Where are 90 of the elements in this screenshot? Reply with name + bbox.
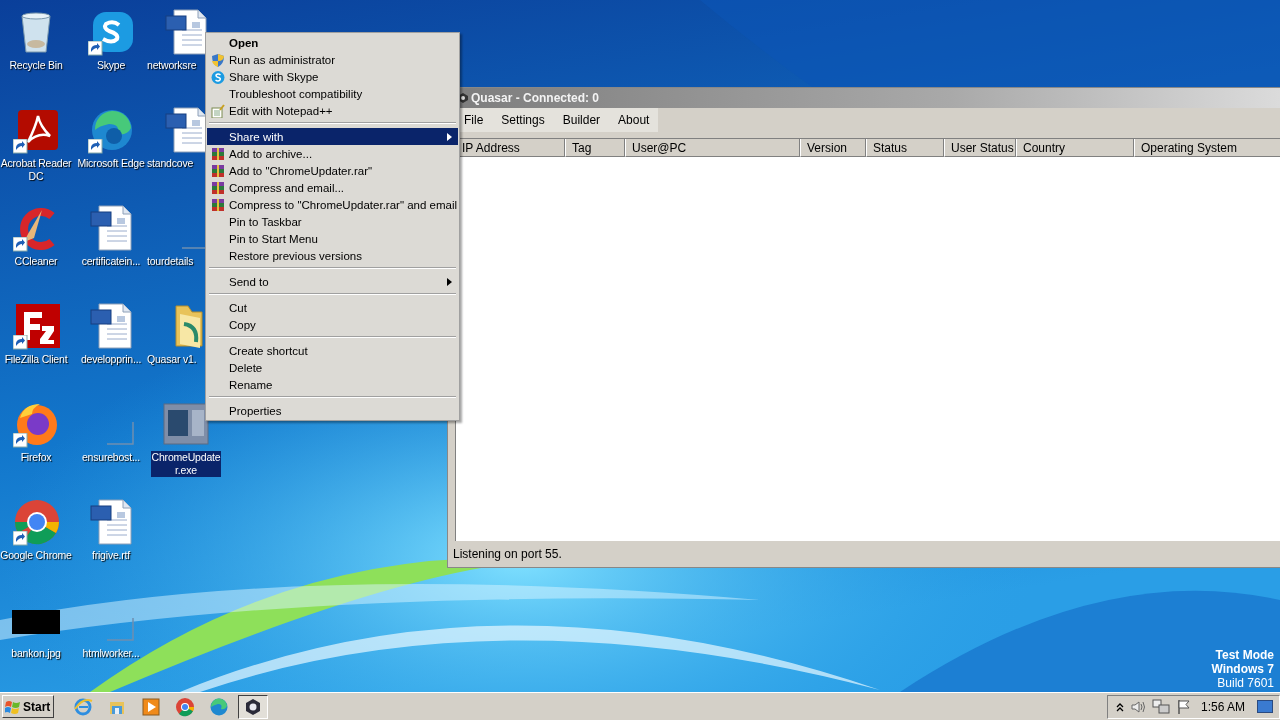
- menu-item[interactable]: Open: [207, 34, 458, 51]
- icon-label: Acrobat Reader DC: [0, 157, 72, 183]
- icon-label: CCleaner: [13, 255, 59, 268]
- shortcut-arrow-icon: [13, 531, 28, 546]
- column-header[interactable]: Operating System: [1134, 139, 1280, 157]
- browser-icon: [73, 696, 93, 717]
- flag-logo-icon: [5, 698, 21, 715]
- menu-item[interactable]: Share with Skype: [207, 68, 458, 85]
- chevron-up-icon[interactable]: [1116, 701, 1124, 712]
- icon-label: tourdetails: [147, 255, 194, 268]
- icon-label: certificatein...: [80, 255, 142, 268]
- icon-label: Recycle Bin: [8, 59, 64, 72]
- menu-item[interactable]: Rename: [207, 376, 458, 393]
- os-info-text: Test Mode: [1215, 648, 1274, 662]
- status-text: Listening on port 55.: [453, 547, 562, 561]
- archive-icon: [211, 180, 225, 195]
- notepad-icon: [211, 103, 225, 118]
- menu-item[interactable]: Compress to "ChromeUpdater.rar" and email: [207, 196, 458, 213]
- taskbar-button[interactable]: [238, 694, 268, 719]
- icon-label: ensurebost...: [80, 451, 142, 464]
- menu-item[interactable]: Pin to Start Menu: [207, 230, 458, 247]
- shield-icon: [211, 52, 225, 67]
- icon-label: FileZilla Client: [3, 353, 69, 366]
- chat-app-icon: [211, 69, 225, 84]
- menu-item[interactable]: Restore previous versions: [207, 247, 458, 264]
- icon-label: frigive.rtf: [90, 549, 132, 562]
- icon-label: htmlworker...: [81, 647, 141, 660]
- shortcut-arrow-icon: [13, 433, 28, 448]
- menu-item[interactable]: Create shortcut: [207, 342, 458, 359]
- menu-item[interactable]: Pin to Taskbar: [207, 213, 458, 230]
- icon-label: developprin...: [79, 353, 143, 366]
- icon-label: Google Chrome: [0, 549, 72, 562]
- icon-label: Quasar v1.: [147, 353, 197, 366]
- menu-item[interactable]: Send to: [207, 273, 458, 290]
- document-icon[interactable]: [87, 498, 135, 546]
- start-button[interactable]: Start: [2, 695, 54, 718]
- archive-icon: [211, 197, 225, 212]
- menu-item[interactable]: Delete: [207, 359, 458, 376]
- column-header[interactable]: User@PC: [625, 139, 800, 157]
- clock[interactable]: 1:56 AM: [1200, 699, 1245, 714]
- column-header[interactable]: Tag: [565, 139, 625, 157]
- document-icon[interactable]: [162, 8, 210, 56]
- shortcut-arrow-icon: [13, 139, 28, 154]
- menu-item[interactable]: Edit with Notepad++: [207, 102, 458, 119]
- flag-icon[interactable]: [1176, 698, 1192, 715]
- media-player-icon: [141, 696, 161, 717]
- column-header[interactable]: User Status: [944, 139, 1016, 157]
- menu-bar-item[interactable]: About: [609, 113, 659, 127]
- submenu-arrow-icon: [447, 132, 452, 141]
- speaker-icon[interactable]: [1130, 698, 1146, 715]
- os-info-text: Windows 7: [1211, 662, 1274, 676]
- menu-bar-item[interactable]: Settings: [492, 113, 554, 127]
- column-header[interactable]: Status: [866, 139, 944, 157]
- browser-icon: [175, 696, 195, 717]
- menu-bar-item[interactable]: Builder: [553, 113, 610, 127]
- icon-label: networksre: [147, 59, 197, 72]
- show-desktop-icon[interactable]: [1257, 699, 1273, 714]
- menu-item[interactable]: Add to archive...: [207, 145, 458, 162]
- menu-item[interactable]: Run as administrator: [207, 51, 458, 68]
- shortcut-arrow-icon: [13, 335, 28, 350]
- hexagon-icon: [243, 696, 263, 717]
- icon-label: Microsoft Edge: [76, 157, 146, 170]
- menu-item[interactable]: Cut: [207, 299, 458, 316]
- menu-item[interactable]: Properties: [207, 402, 458, 419]
- icon-label: Firefox: [19, 451, 53, 464]
- browser-icon: [209, 696, 229, 717]
- archive-icon: [211, 146, 225, 161]
- network-icon[interactable]: [1152, 698, 1170, 715]
- shortcut-arrow-icon: [88, 41, 103, 56]
- window-icon[interactable]: [162, 400, 210, 448]
- menu-item[interactable]: Share with: [207, 128, 458, 145]
- column-header[interactable]: Country: [1016, 139, 1134, 157]
- column-header[interactable]: Version: [800, 139, 866, 157]
- icon-label: Skype: [95, 59, 127, 72]
- browser-icon[interactable]: [12, 498, 60, 546]
- icon-label: ChromeUpdater.exe: [151, 451, 221, 477]
- window-title: Quasar - Connected: 0: [471, 91, 600, 105]
- icon-label: standcove: [147, 157, 194, 170]
- os-info-text: Build 7601: [1217, 676, 1274, 690]
- shortcut-arrow-icon: [88, 139, 103, 154]
- menu-item[interactable]: Troubleshoot compatibility: [207, 85, 458, 102]
- shortcut-arrow-icon: [13, 237, 28, 252]
- icon-label: bankon.jpg: [10, 647, 62, 660]
- document-icon[interactable]: [87, 302, 135, 350]
- menu-item[interactable]: Add to "ChromeUpdater.rar": [207, 162, 458, 179]
- submenu-arrow-icon: [447, 277, 452, 286]
- menu-item[interactable]: Copy: [207, 316, 458, 333]
- document-icon[interactable]: [87, 204, 135, 252]
- menu-item[interactable]: Compress and email...: [207, 179, 458, 196]
- archive-icon: [211, 163, 225, 178]
